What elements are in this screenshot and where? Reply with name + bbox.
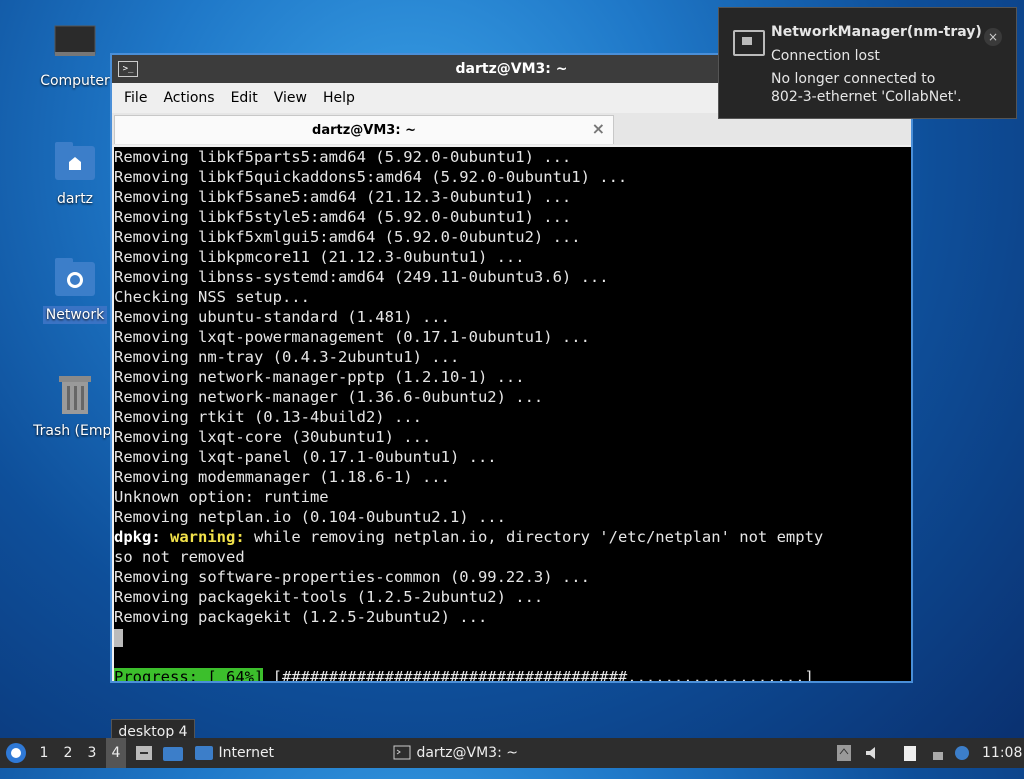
desktop-icon-home[interactable]: dartz xyxy=(30,140,120,208)
terminal-line: Removing libkf5sane5:amd64 (21.12.3-0ubu… xyxy=(114,188,572,206)
terminal-line: Removing ubuntu-standard (1.481) ... xyxy=(114,308,450,326)
notification-body: No longer connected to 802-3-ethernet 'C… xyxy=(771,70,962,106)
terminal-output[interactable]: Removing libkf5parts5:amd64 (5.92.0-0ubu… xyxy=(114,147,911,681)
task-label: dartz@VM3: ~ xyxy=(416,745,518,761)
progress-line: Progress: [ 64%] [######################… xyxy=(114,667,911,681)
quicklaunch-internet[interactable]: Internet xyxy=(194,738,294,768)
terminal-line: Removing network-manager (1.36.6-0ubuntu… xyxy=(114,388,544,406)
notification-body-line2: 802-3-ethernet 'CollabNet'. xyxy=(771,89,962,105)
warning-line: dpkg: warning: while removing netplan.io… xyxy=(114,527,911,547)
show-desktop-icon[interactable] xyxy=(134,738,154,768)
menu-view[interactable]: View xyxy=(266,90,315,106)
lubuntu-logo-icon xyxy=(6,743,26,763)
notification-tray-icon[interactable] xyxy=(954,744,970,762)
desktop-icon-label: dartz xyxy=(56,191,94,207)
notification-body-line1: No longer connected to xyxy=(771,71,936,87)
desktop-icon-computer[interactable]: Computer xyxy=(30,22,120,90)
network-icon xyxy=(733,30,765,56)
terminal-line: Unknown option: runtime xyxy=(114,488,329,506)
progress-bar: [#####################################..… xyxy=(263,668,814,681)
desktop-icon-network[interactable]: Network xyxy=(30,256,120,324)
terminal-line: Removing lxqt-core (30ubuntu1) ... xyxy=(114,428,432,446)
desktop-switch-3[interactable]: 3 xyxy=(82,738,102,768)
terminal-icon xyxy=(393,745,411,760)
menu-file[interactable]: File xyxy=(116,90,155,106)
terminal-line: Removing libkpmcore11 (21.12.3-0ubuntu1)… xyxy=(114,248,525,266)
terminal-line: Removing libkf5parts5:amd64 (5.92.0-0ubu… xyxy=(114,148,572,166)
progress-label: Progress: [ 64%] xyxy=(114,668,264,681)
terminal-line: Removing modemmanager (1.18.6-1) ... xyxy=(114,468,450,486)
terminal-line: Checking NSS setup... xyxy=(114,288,310,306)
desktop-icon-label: Network xyxy=(42,306,108,324)
menu-help[interactable]: Help xyxy=(315,90,363,106)
close-icon[interactable]: × xyxy=(984,28,1002,46)
cursor-line xyxy=(114,627,911,647)
folder-icon xyxy=(195,746,213,760)
quicklaunch-label: Internet xyxy=(218,745,275,761)
notification-title: NetworkManager(nm-tray) xyxy=(771,24,982,40)
notification-popup[interactable]: NetworkManager(nm-tray) Connection lost … xyxy=(718,7,1017,119)
start-menu-button[interactable] xyxy=(4,738,30,768)
tab-label: dartz@VM3: ~ xyxy=(312,122,416,138)
network-folder-icon xyxy=(53,256,97,300)
terminal-line: Removing network-manager-pptp (1.2.10-1)… xyxy=(114,368,525,386)
terminal-line: Removing rtkit (0.13-4build2) ... xyxy=(114,408,422,426)
tab-close-icon[interactable]: × xyxy=(592,119,605,138)
desktop-switch-2[interactable]: 2 xyxy=(58,738,78,768)
warning-prefix: dpkg: xyxy=(114,528,161,546)
text-cursor xyxy=(114,628,123,647)
terminal-line: Removing packagekit-tools (1.2.5-2ubuntu… xyxy=(114,588,544,606)
volume-icon[interactable] xyxy=(864,744,880,762)
warning-text: while removing netplan.io, directory '/e… xyxy=(244,528,824,546)
menu-edit[interactable]: Edit xyxy=(223,90,266,106)
desktop-switch-1[interactable]: 1 xyxy=(34,738,54,768)
taskbar: 1 2 3 4 Internet dartz@VM3: ~ 11:08 xyxy=(0,738,1024,768)
desktop-icon-trash[interactable]: Trash (Empt xyxy=(30,372,120,440)
terminal-window: >_ dartz@VM3: ~ File Actions Edit View H… xyxy=(110,53,913,683)
terminal-line: Removing lxqt-panel (0.17.1-0ubuntu1) ..… xyxy=(114,448,497,466)
task-terminal[interactable]: dartz@VM3: ~ xyxy=(392,738,522,768)
terminal-line: Removing nm-tray (0.4.3-2ubuntu1) ... xyxy=(114,348,460,366)
clipboard-icon[interactable] xyxy=(902,744,918,762)
notification-subtitle: Connection lost xyxy=(771,48,880,64)
terminal-line: Removing libkf5quickaddons5:amd64 (5.92.… xyxy=(114,168,628,186)
warning-continuation: so not removed xyxy=(114,548,245,566)
terminal-line: Removing lxqt-powermanagement (0.17.1-0u… xyxy=(114,328,590,346)
network-tray-icon[interactable] xyxy=(930,744,946,762)
trash-icon xyxy=(53,372,97,416)
desktop-icon-label: Computer xyxy=(40,73,110,89)
terminal-line: Removing libkf5xmlgui5:amd64 (5.92.0-0ub… xyxy=(114,228,581,246)
terminal-line: Removing libkf5style5:amd64 (5.92.0-0ubu… xyxy=(114,208,572,226)
home-folder-icon xyxy=(53,140,97,184)
terminal-line: Removing packagekit (1.2.5-2ubuntu2) ... xyxy=(114,608,488,626)
desktop-icon-label: Trash (Empt xyxy=(33,423,117,439)
updates-icon[interactable] xyxy=(836,744,852,762)
monitor-icon xyxy=(53,22,97,66)
desktop-switch-4[interactable]: 4 xyxy=(106,738,126,768)
tab-terminal[interactable]: dartz@VM3: ~ × xyxy=(114,115,614,144)
clock[interactable]: 11:08 xyxy=(982,738,1022,768)
terminal-line: Removing libnss-systemd:amd64 (249.11-0u… xyxy=(114,268,609,286)
menu-actions[interactable]: Actions xyxy=(155,90,222,106)
terminal-line: Removing netplan.io (0.104-0ubuntu2.1) .… xyxy=(114,508,506,526)
warning-word: warning: xyxy=(170,528,245,546)
terminal-line: Removing software-properties-common (0.9… xyxy=(114,568,590,586)
file-manager-icon[interactable] xyxy=(162,738,184,768)
